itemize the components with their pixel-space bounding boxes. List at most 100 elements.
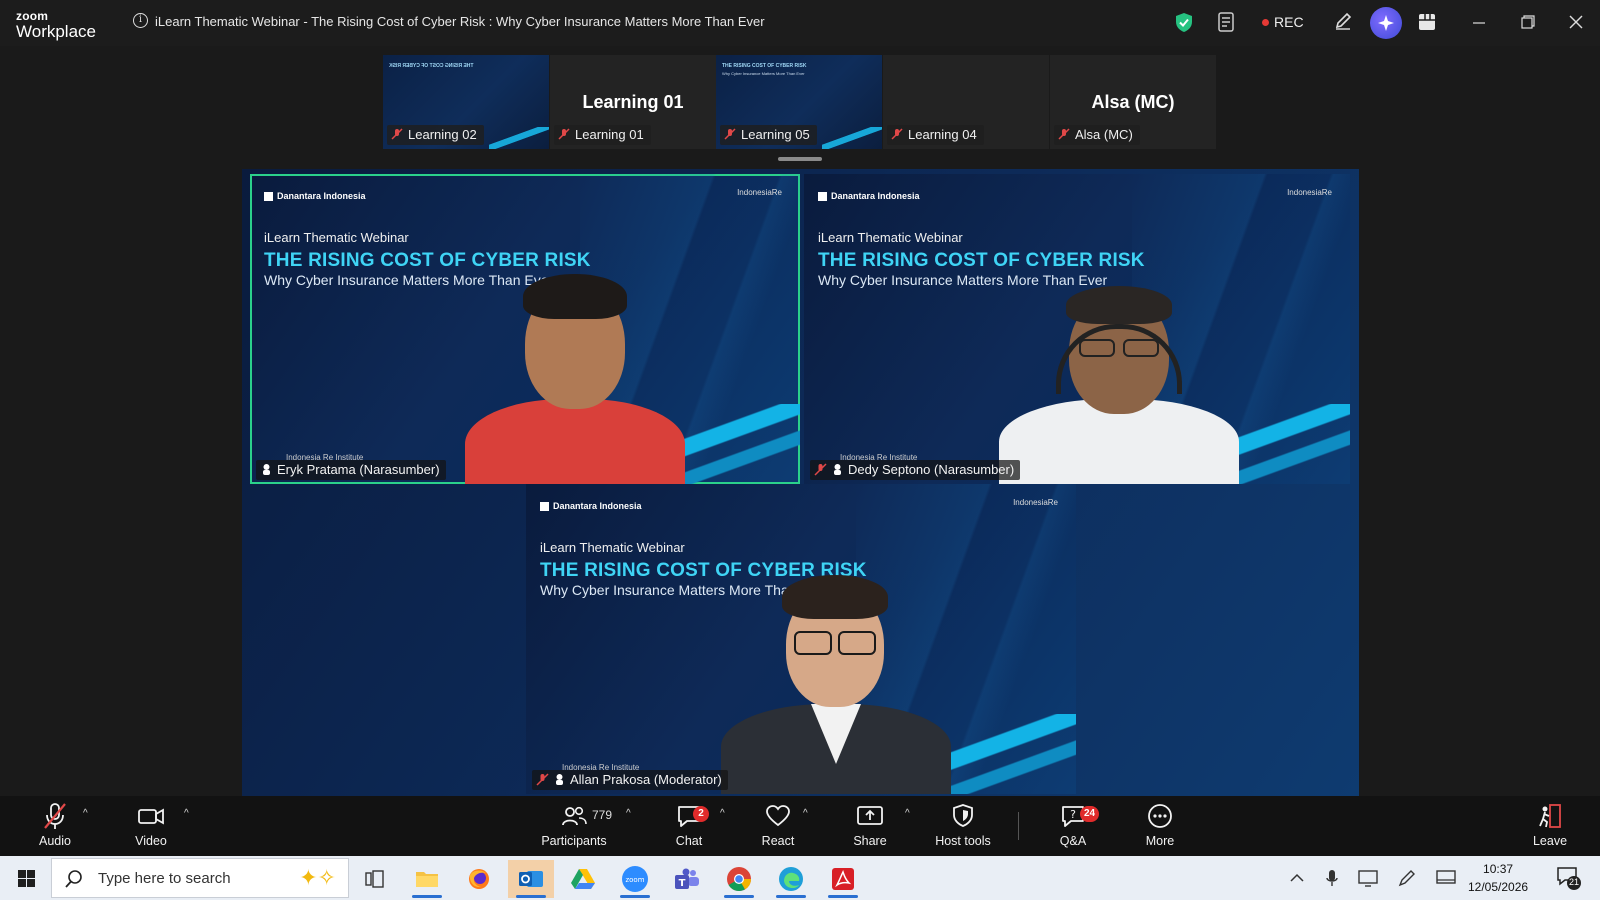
thumbnail-tile[interactable]: Learning 01 Learning 01	[550, 55, 716, 149]
edge-icon[interactable]	[768, 860, 814, 898]
video-tile-active-speaker[interactable]: Danantara Indonesia IndonesiaRe iLearn T…	[250, 174, 800, 484]
leave-button[interactable]: Leave	[1530, 802, 1570, 848]
chevron-up-icon[interactable]	[1290, 873, 1304, 883]
network-icon[interactable]	[1358, 869, 1378, 887]
pen-icon[interactable]	[1398, 869, 1416, 887]
minimize-icon[interactable]	[1472, 14, 1486, 30]
participant-name-tag: Learning 04	[887, 125, 984, 145]
participant-video	[445, 269, 705, 484]
mini-subline: Why Cyber Insurance Matters More Than Ev…	[722, 71, 805, 76]
restore-icon[interactable]	[1521, 15, 1535, 29]
audio-options-chevron-icon[interactable]: ^	[83, 808, 88, 819]
shield-icon	[953, 804, 973, 827]
share-button[interactable]: Share	[848, 802, 892, 848]
apps-icon[interactable]	[1419, 14, 1435, 30]
close-icon[interactable]	[1568, 14, 1584, 30]
video-button[interactable]: Video	[128, 802, 174, 848]
brand-left-text: Danantara Indonesia	[277, 191, 366, 201]
brand-logo-right: IndonesiaRe	[1287, 188, 1332, 197]
taskbar-search-input[interactable]: Type here to search ✦✧	[51, 858, 349, 898]
heart-icon	[766, 805, 790, 827]
running-indicator	[620, 895, 650, 898]
slide-kicker: iLearn Thematic Webinar	[540, 540, 685, 555]
camera-icon	[138, 808, 164, 825]
notification-center-icon[interactable]: 21	[1556, 865, 1582, 896]
slide-kicker: iLearn Thematic Webinar	[264, 230, 409, 245]
brand-left-text: Danantara Indonesia	[831, 191, 920, 201]
logo-bottom: Workplace	[16, 22, 96, 41]
logo-top: zoom	[16, 9, 49, 23]
chrome-icon[interactable]	[716, 860, 762, 898]
microphone-icon[interactable]	[1326, 869, 1338, 887]
participant-name-tag: Eryk Pratama (Narasumber)	[256, 460, 446, 480]
share-options-chevron-icon[interactable]: ^	[905, 808, 910, 819]
brand-logo-left: Danantara Indonesia	[264, 192, 366, 201]
display-icon[interactable]	[1436, 870, 1456, 886]
participants-options-chevron-icon[interactable]: ^	[626, 808, 631, 819]
audio-label: Audio	[39, 834, 71, 848]
participant-name: Learning 04	[908, 127, 977, 142]
thumbnail-scroll-handle[interactable]	[778, 157, 822, 161]
clock-time: 10:37	[1483, 862, 1514, 876]
running-indicator	[828, 895, 858, 898]
leave-icon	[1539, 804, 1561, 828]
system-clock[interactable]: 10:37 12/05/2026	[1468, 860, 1528, 896]
pencil-icon[interactable]	[1334, 12, 1352, 30]
mic-muted-icon	[891, 128, 903, 140]
participant-name-tag: Allan Prakosa (Moderator)	[532, 770, 728, 790]
recording-indicator[interactable]: REC	[1262, 14, 1304, 30]
running-indicator	[724, 895, 754, 898]
thumbnail-tile[interactable]: THE RISING COST OF CYBER RISK Why Cyber …	[716, 55, 882, 149]
participant-name: Eryk Pratama (Narasumber)	[277, 462, 440, 477]
video-tile[interactable]: Danantara Indonesia IndonesiaRe iLearn T…	[804, 174, 1350, 484]
slide-stripe	[822, 127, 882, 149]
mic-muted-icon	[44, 803, 66, 829]
video-tile[interactable]: Danantara Indonesia IndonesiaRe iLearn T…	[526, 484, 1076, 794]
svg-text:zoom: zoom	[625, 876, 644, 884]
react-options-chevron-icon[interactable]: ^	[803, 808, 808, 819]
participant-video	[706, 569, 966, 794]
spotlight-icon	[834, 464, 841, 475]
participant-name-tag: Alsa (MC)	[1054, 125, 1140, 145]
react-button[interactable]: React	[756, 802, 800, 848]
qa-label: Q&A	[1059, 834, 1087, 848]
chat-label: Chat	[675, 834, 703, 848]
participant-name: Alsa (MC)	[1075, 127, 1133, 142]
mic-muted-icon	[536, 773, 549, 786]
chat-options-chevron-icon[interactable]: ^	[720, 808, 725, 819]
firefox-icon[interactable]	[456, 860, 502, 898]
brand-left-text: Danantara Indonesia	[553, 501, 642, 511]
acrobat-icon[interactable]	[820, 860, 866, 898]
zoom-app-icon[interactable]: zoom	[612, 860, 658, 898]
participant-name-tag: Learning 01	[554, 125, 651, 145]
ai-companion-icon[interactable]	[1370, 7, 1402, 39]
slide-stripe	[489, 127, 549, 149]
thumbnail-tile[interactable]: Alsa (MC) Alsa (MC)	[1050, 55, 1216, 149]
outlook-icon[interactable]	[508, 860, 554, 898]
more-button[interactable]: More	[1140, 802, 1180, 848]
thumbnail-tile[interactable]: Learning 04	[883, 55, 1049, 149]
windows-start-icon[interactable]	[18, 870, 35, 887]
slide-kicker: iLearn Thematic Webinar	[818, 230, 963, 245]
participant-name: Allan Prakosa (Moderator)	[570, 772, 722, 787]
transcript-icon[interactable]	[1218, 12, 1236, 32]
file-explorer-icon[interactable]	[404, 860, 450, 898]
running-indicator	[776, 895, 806, 898]
participant-name: Learning 02	[408, 127, 477, 142]
google-drive-icon[interactable]	[560, 860, 606, 898]
info-icon[interactable]: i	[133, 13, 148, 28]
host-tools-button[interactable]: Host tools	[931, 802, 995, 848]
system-tray	[1290, 856, 1456, 900]
svg-text:?: ?	[1070, 808, 1076, 821]
task-view-icon[interactable]	[352, 860, 398, 898]
participants-count: 779	[592, 808, 613, 822]
video-options-chevron-icon[interactable]: ^	[184, 808, 189, 819]
shield-check-icon[interactable]	[1176, 13, 1192, 32]
participant-name: Learning 01	[575, 127, 644, 142]
running-indicator	[412, 895, 442, 898]
participant-video	[984, 284, 1254, 484]
svg-text:T: T	[679, 878, 686, 889]
teams-icon[interactable]: T	[664, 860, 710, 898]
audio-button[interactable]: Audio	[33, 802, 77, 848]
thumbnail-tile[interactable]: THE RISING COST OF CYBER RISK Learning 0…	[383, 55, 549, 149]
